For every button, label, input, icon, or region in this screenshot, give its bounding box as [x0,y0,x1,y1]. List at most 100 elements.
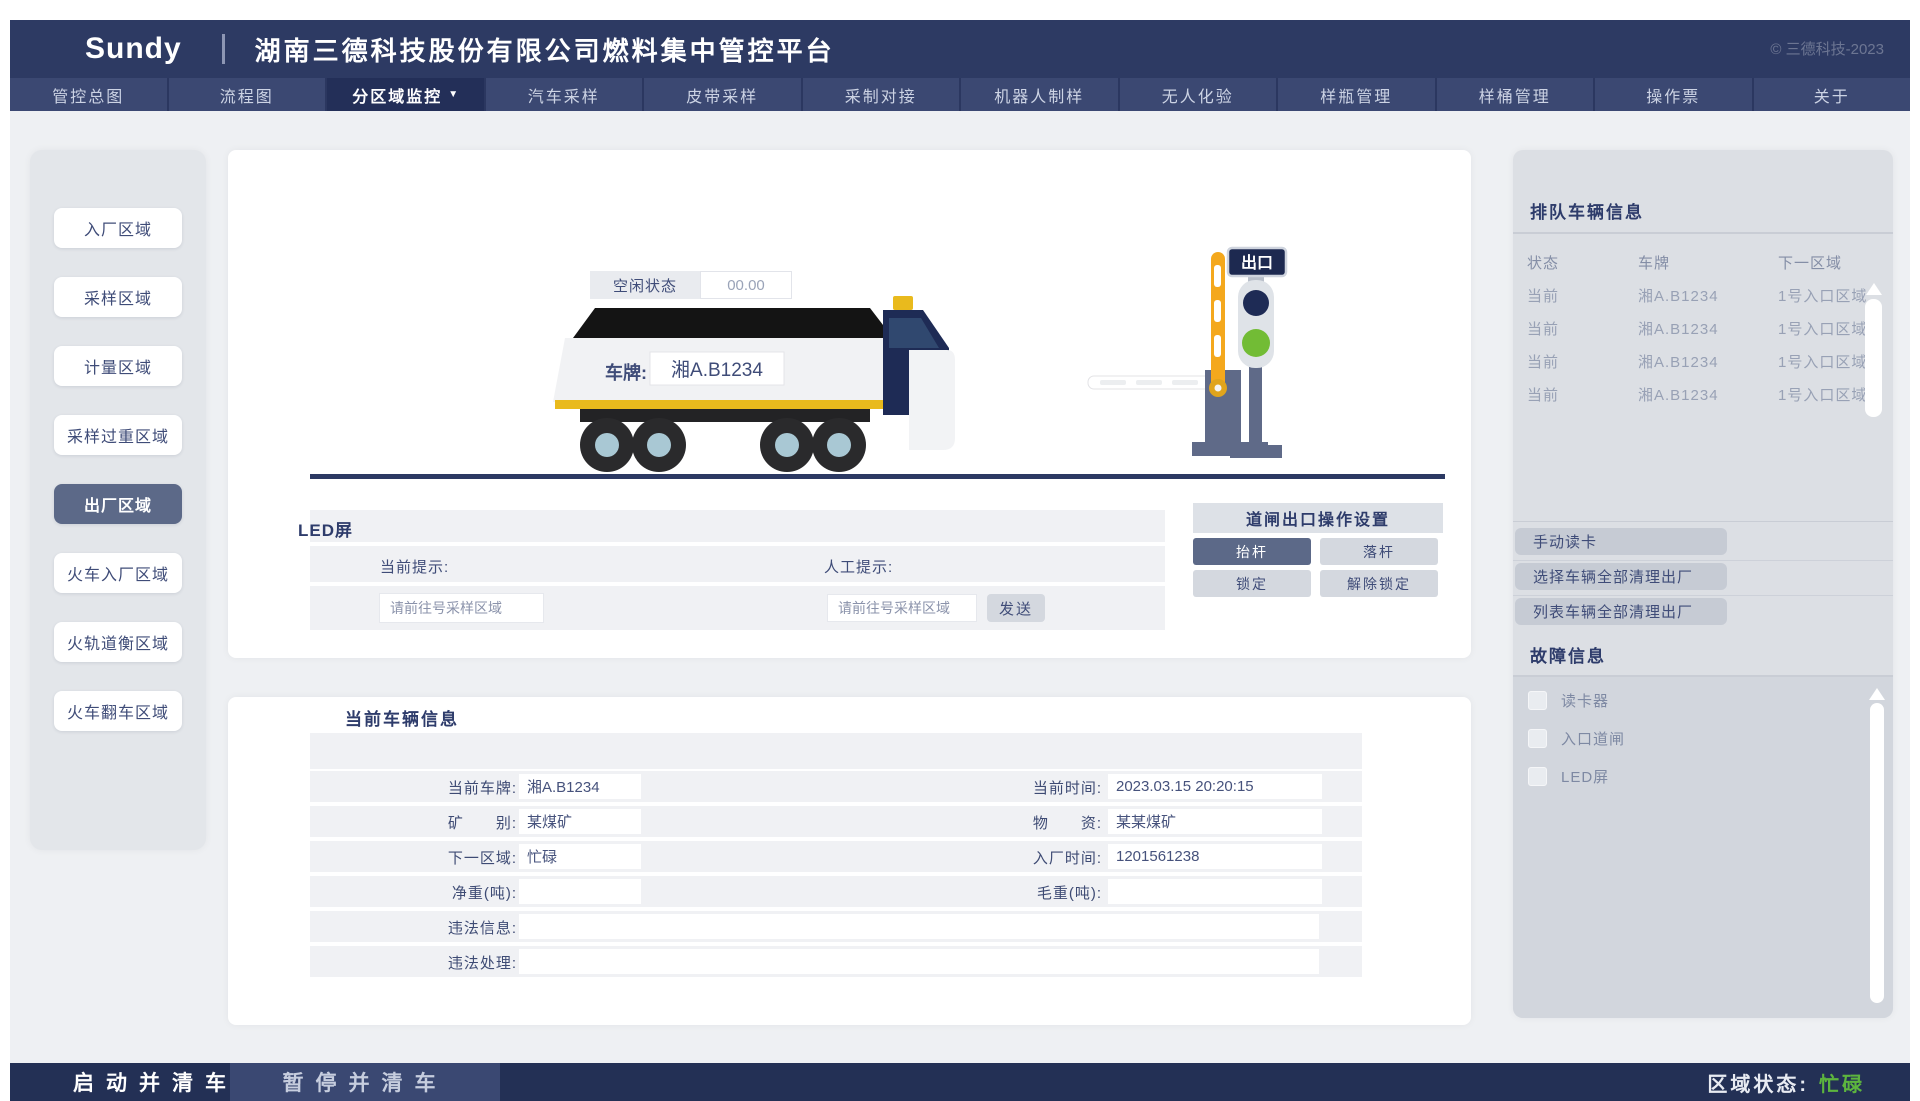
fault-label: LED屏 [1561,766,1609,787]
queue-cell: 当前 [1527,384,1559,405]
tab-overview[interactable]: 管控总图 [10,78,169,111]
tab-truck-sampling[interactable]: 汽车采样 [486,78,645,111]
unlock-button[interactable]: 解除锁定 [1320,570,1438,597]
gross-weight-field[interactable] [1108,879,1322,904]
sidebar-item-rail-scale-zone[interactable]: 火轨道衡区域 [54,622,182,662]
sidebar-item-train-entry-zone[interactable]: 火车入厂区域 [54,553,182,593]
sidebar-item-exit-zone[interactable]: 出厂区域 [54,484,182,524]
queue-col-status: 状态 [1527,252,1559,273]
gate-ops-title: 道闸出口操作设置 [1193,503,1443,533]
plate-label: 车牌: [605,362,647,383]
sidebar-item-sampling-zone[interactable]: 采样区域 [54,277,182,317]
vehicle-info-title: 当前车辆信息 [345,705,459,730]
sidebar-item-sampling-overweight-zone[interactable]: 采样过重区域 [54,415,182,455]
vehicle-info-row: 净重(吨): 毛重(吨): [310,876,1362,907]
zone-status: 区域状态: 忙碌 [1707,1063,1865,1101]
scroll-up-arrow[interactable] [1869,688,1885,700]
queue-cell: 当前 [1527,318,1559,339]
divider [1513,232,1893,234]
truck-illustration: 车牌: 湘A.B1234 [525,290,955,480]
tab-unmanned-assay[interactable]: 无人化验 [1120,78,1279,111]
field-label: 当前车牌: [310,777,517,798]
current-plate-field[interactable]: 湘A.B1234 [519,774,641,799]
current-time-field[interactable]: 2023.03.15 20:20:15 [1108,774,1322,799]
tab-zone-monitor[interactable]: 分区域监控▼ [327,78,486,111]
divider [1513,560,1893,561]
queue-cell: 湘A.B1234 [1638,384,1719,405]
signal-light-off [1243,290,1269,316]
led-screen-checkbox[interactable] [1528,767,1547,786]
manual-tip-input[interactable] [827,594,977,622]
sidebar-item-weighing-zone[interactable]: 计量区域 [54,346,182,386]
bottom-bar: 启动并清车 暂停并清车 区域状态: 忙碌 [10,1063,1910,1101]
mine-type-field[interactable]: 某煤矿 [519,809,641,834]
tab-sampling-docking[interactable]: 采制对接 [803,78,962,111]
divider [1513,521,1893,522]
field-label: 违法处理: [310,952,517,973]
fault-item: 入口道闸 [1528,728,1625,749]
fault-scrollbar[interactable] [1870,703,1884,1003]
net-weight-field[interactable] [519,879,641,904]
scroll-up-arrow[interactable] [1866,283,1882,295]
truck-fender [909,350,955,450]
fault-list: 读卡器 入口道闸 LED屏 [1513,677,1893,1018]
signal-light-green [1242,329,1270,357]
tab-barrel-mgmt[interactable]: 样桶管理 [1437,78,1596,111]
vehicle-info-title-band [310,733,1362,769]
lower-arm-button[interactable]: 落杆 [1320,538,1438,565]
tab-bottle-mgmt[interactable]: 样瓶管理 [1278,78,1437,111]
violation-info-field[interactable] [519,914,1319,939]
tab-flowchart[interactable]: 流程图 [169,78,328,111]
queue-scrollbar[interactable] [1865,299,1882,417]
tab-robot-prep[interactable]: 机器人制样 [961,78,1120,111]
start-and-clear-button[interactable]: 启动并清车 [67,1063,244,1101]
clear-list-vehicles-button[interactable]: 列表车辆全部清理出厂 [1515,598,1727,625]
manual-card-read-button[interactable]: 手动读卡 [1515,528,1727,555]
copyright-text: © 三德科技-2023 [1770,38,1884,59]
violation-handling-field[interactable] [519,949,1319,974]
queue-cell: 1号入口区域 [1778,318,1867,339]
send-button[interactable]: 发送 [987,594,1045,622]
sidebar-item-train-dumper-zone[interactable]: 火车翻车区域 [54,691,182,731]
field-label: 毛重(吨): [870,882,1102,903]
barrier-gate-illustration: 出口 [1080,240,1310,465]
zone-sidebar: 入厂区域 采样区域 计量区域 采样过重区域 出厂区域 火车入厂区域 火轨道衡区域… [30,150,206,850]
entry-time-field[interactable]: 1201561238 [1108,844,1322,869]
pause-and-clear-button[interactable]: 暂停并清车 [230,1063,500,1101]
tab-operation-ticket[interactable]: 操作票 [1595,78,1754,111]
next-zone-field[interactable]: 忙碌 [519,844,641,869]
field-label: 违法信息: [310,917,517,938]
clear-selected-vehicles-button[interactable]: 选择车辆全部清理出厂 [1515,563,1727,590]
led-section-title: LED屏 [298,516,353,541]
sidebar-item-entry-zone[interactable]: 入厂区域 [54,208,182,248]
page-title: 湖南三德科技股份有限公司燃料集中管控平台 [255,31,835,68]
entry-gate-checkbox[interactable] [1528,729,1547,748]
queue-cell: 1号入口区域 [1778,384,1867,405]
queue-cell: 湘A.B1234 [1638,285,1719,306]
vehicle-info-row: 违法处理: [310,946,1362,977]
card-reader-checkbox[interactable] [1528,691,1547,710]
exit-sign-text: 出口 [1241,253,1273,272]
lock-button[interactable]: 锁定 [1193,570,1311,597]
truck-beacon [893,296,913,310]
queue-col-plate: 车牌 [1638,252,1670,273]
fault-label: 读卡器 [1561,690,1609,711]
plate-value: 湘A.B1234 [671,359,763,381]
tab-about[interactable]: 关于 [1754,78,1911,111]
raise-arm-button[interactable]: 抬杆 [1193,538,1311,565]
queue-cell: 湘A.B1234 [1638,318,1719,339]
fault-item: 读卡器 [1528,690,1609,711]
vehicle-info-row: 矿 别: 某煤矿 物 资: 某某煤矿 [310,806,1362,837]
material-field[interactable]: 某某煤矿 [1108,809,1322,834]
fault-item: LED屏 [1528,766,1609,787]
fault-info-title: 故障信息 [1530,642,1606,667]
signal-base [1230,445,1282,458]
brand-logo: Sundy [85,32,182,66]
queue-cell: 湘A.B1234 [1638,351,1719,372]
field-label: 入厂时间: [870,847,1102,868]
queue-panel: 排队车辆信息 状态 车牌 下一区域 当前 湘A.B1234 1号入口区域 当前 … [1513,150,1893,1018]
current-tip-input[interactable] [379,593,544,623]
tab-belt-sampling[interactable]: 皮带采样 [644,78,803,111]
chevron-down-icon: ▼ [448,89,458,100]
manual-tip-label: 人工提示: [824,556,893,577]
